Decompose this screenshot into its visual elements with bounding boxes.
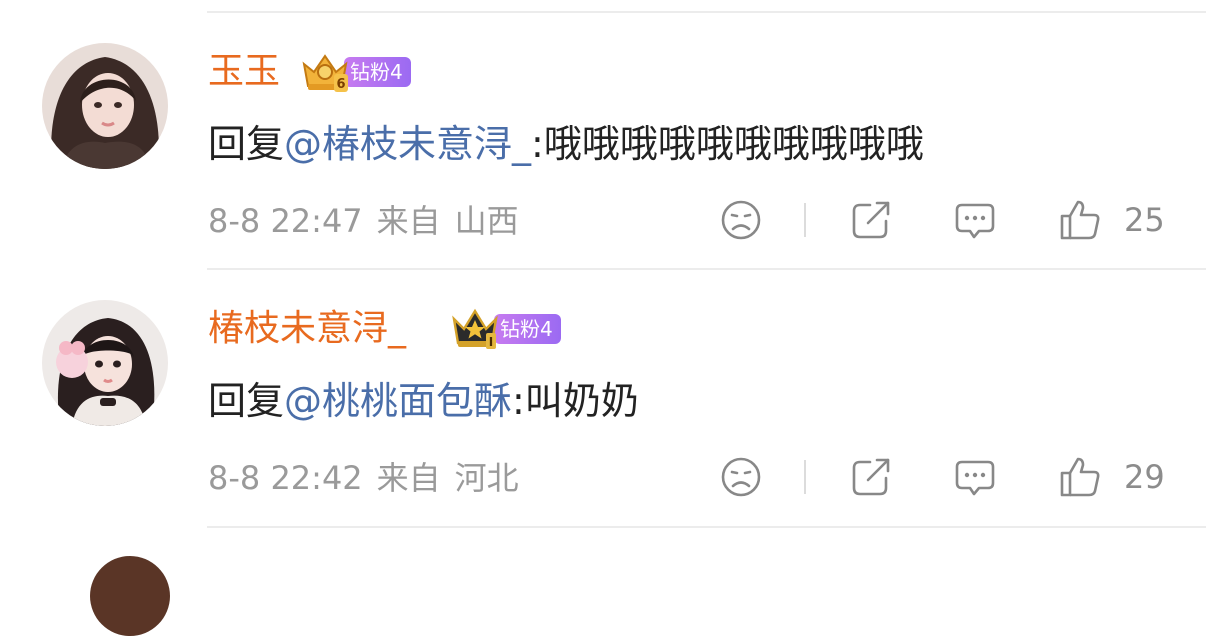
badge-group: I 钻粉4: [450, 307, 561, 351]
fan-badge: 钻粉4: [344, 57, 411, 87]
reply-body: :叫奶奶: [512, 379, 639, 423]
like-count: 25: [1124, 201, 1165, 239]
badge-group: 6 钻粉4: [300, 50, 411, 94]
comment-date: 8-8 22:47: [208, 202, 363, 240]
share-icon: [852, 201, 890, 239]
comment-divider: [207, 526, 1206, 528]
sad-face-icon: [721, 457, 761, 497]
reply-body: :哦哦哦哦哦哦哦哦哦哦: [531, 122, 924, 166]
comment-date: 8-8 22:42: [208, 459, 363, 497]
reply-text: 回复@桃桃面包酥:叫奶奶: [208, 379, 639, 423]
comment-meta: 8-8 22:47 来自 山西: [208, 203, 519, 239]
action-divider: [804, 460, 806, 494]
crown-level: 6: [336, 77, 345, 92]
share-button[interactable]: [850, 199, 892, 241]
sad-face-icon: [721, 200, 761, 240]
action-divider: [804, 203, 806, 237]
reply-prefix: 回复: [208, 122, 285, 166]
avatar[interactable]: [90, 556, 170, 636]
from-label: 来自: [376, 202, 441, 240]
avatar[interactable]: [42, 300, 168, 426]
crown-level: I: [489, 335, 493, 349]
comment-button[interactable]: [954, 456, 996, 498]
dislike-button[interactable]: [720, 199, 762, 241]
thumbs-up-icon: [1060, 457, 1100, 497]
comment-item: 玉玉 6 钻粉4 回复@椿枝未意浔_:哦哦哦哦哦哦哦哦哦哦 8-8 22:47 来…: [0, 0, 1206, 256]
fan-badge: 钻粉4: [494, 314, 561, 344]
comment-button[interactable]: [954, 199, 996, 241]
mention-link[interactable]: @桃桃面包酥: [284, 379, 512, 423]
dislike-button[interactable]: [720, 456, 762, 498]
thumbs-up-icon: [1060, 200, 1100, 240]
share-button[interactable]: [850, 456, 892, 498]
like-button[interactable]: 25: [1058, 198, 1165, 242]
location: 河北: [454, 459, 519, 497]
like-count: 29: [1124, 458, 1165, 496]
location: 山西: [454, 202, 519, 240]
from-label: 来自: [376, 459, 441, 497]
comment-meta: 8-8 22:42 来自 河北: [208, 460, 519, 496]
comment-icon: [955, 203, 995, 239]
crown-icon: 6: [300, 50, 350, 94]
mention-link[interactable]: @椿枝未意浔_: [284, 122, 531, 166]
comment-icon: [955, 460, 995, 496]
reply-prefix: 回复: [208, 379, 285, 423]
reply-text: 回复@椿枝未意浔_:哦哦哦哦哦哦哦哦哦哦: [208, 122, 924, 166]
avatar[interactable]: [42, 43, 168, 169]
crown-icon: I: [450, 307, 500, 351]
like-button[interactable]: 29: [1058, 455, 1165, 499]
comment-item: 椿枝未意浔_ I 钻粉4 回复@桃桃面包酥:叫奶奶 8-8 22:42 来自 河北: [0, 257, 1206, 513]
username[interactable]: 椿枝未意浔_: [208, 309, 406, 349]
share-icon: [852, 458, 890, 496]
username[interactable]: 玉玉: [208, 52, 280, 92]
